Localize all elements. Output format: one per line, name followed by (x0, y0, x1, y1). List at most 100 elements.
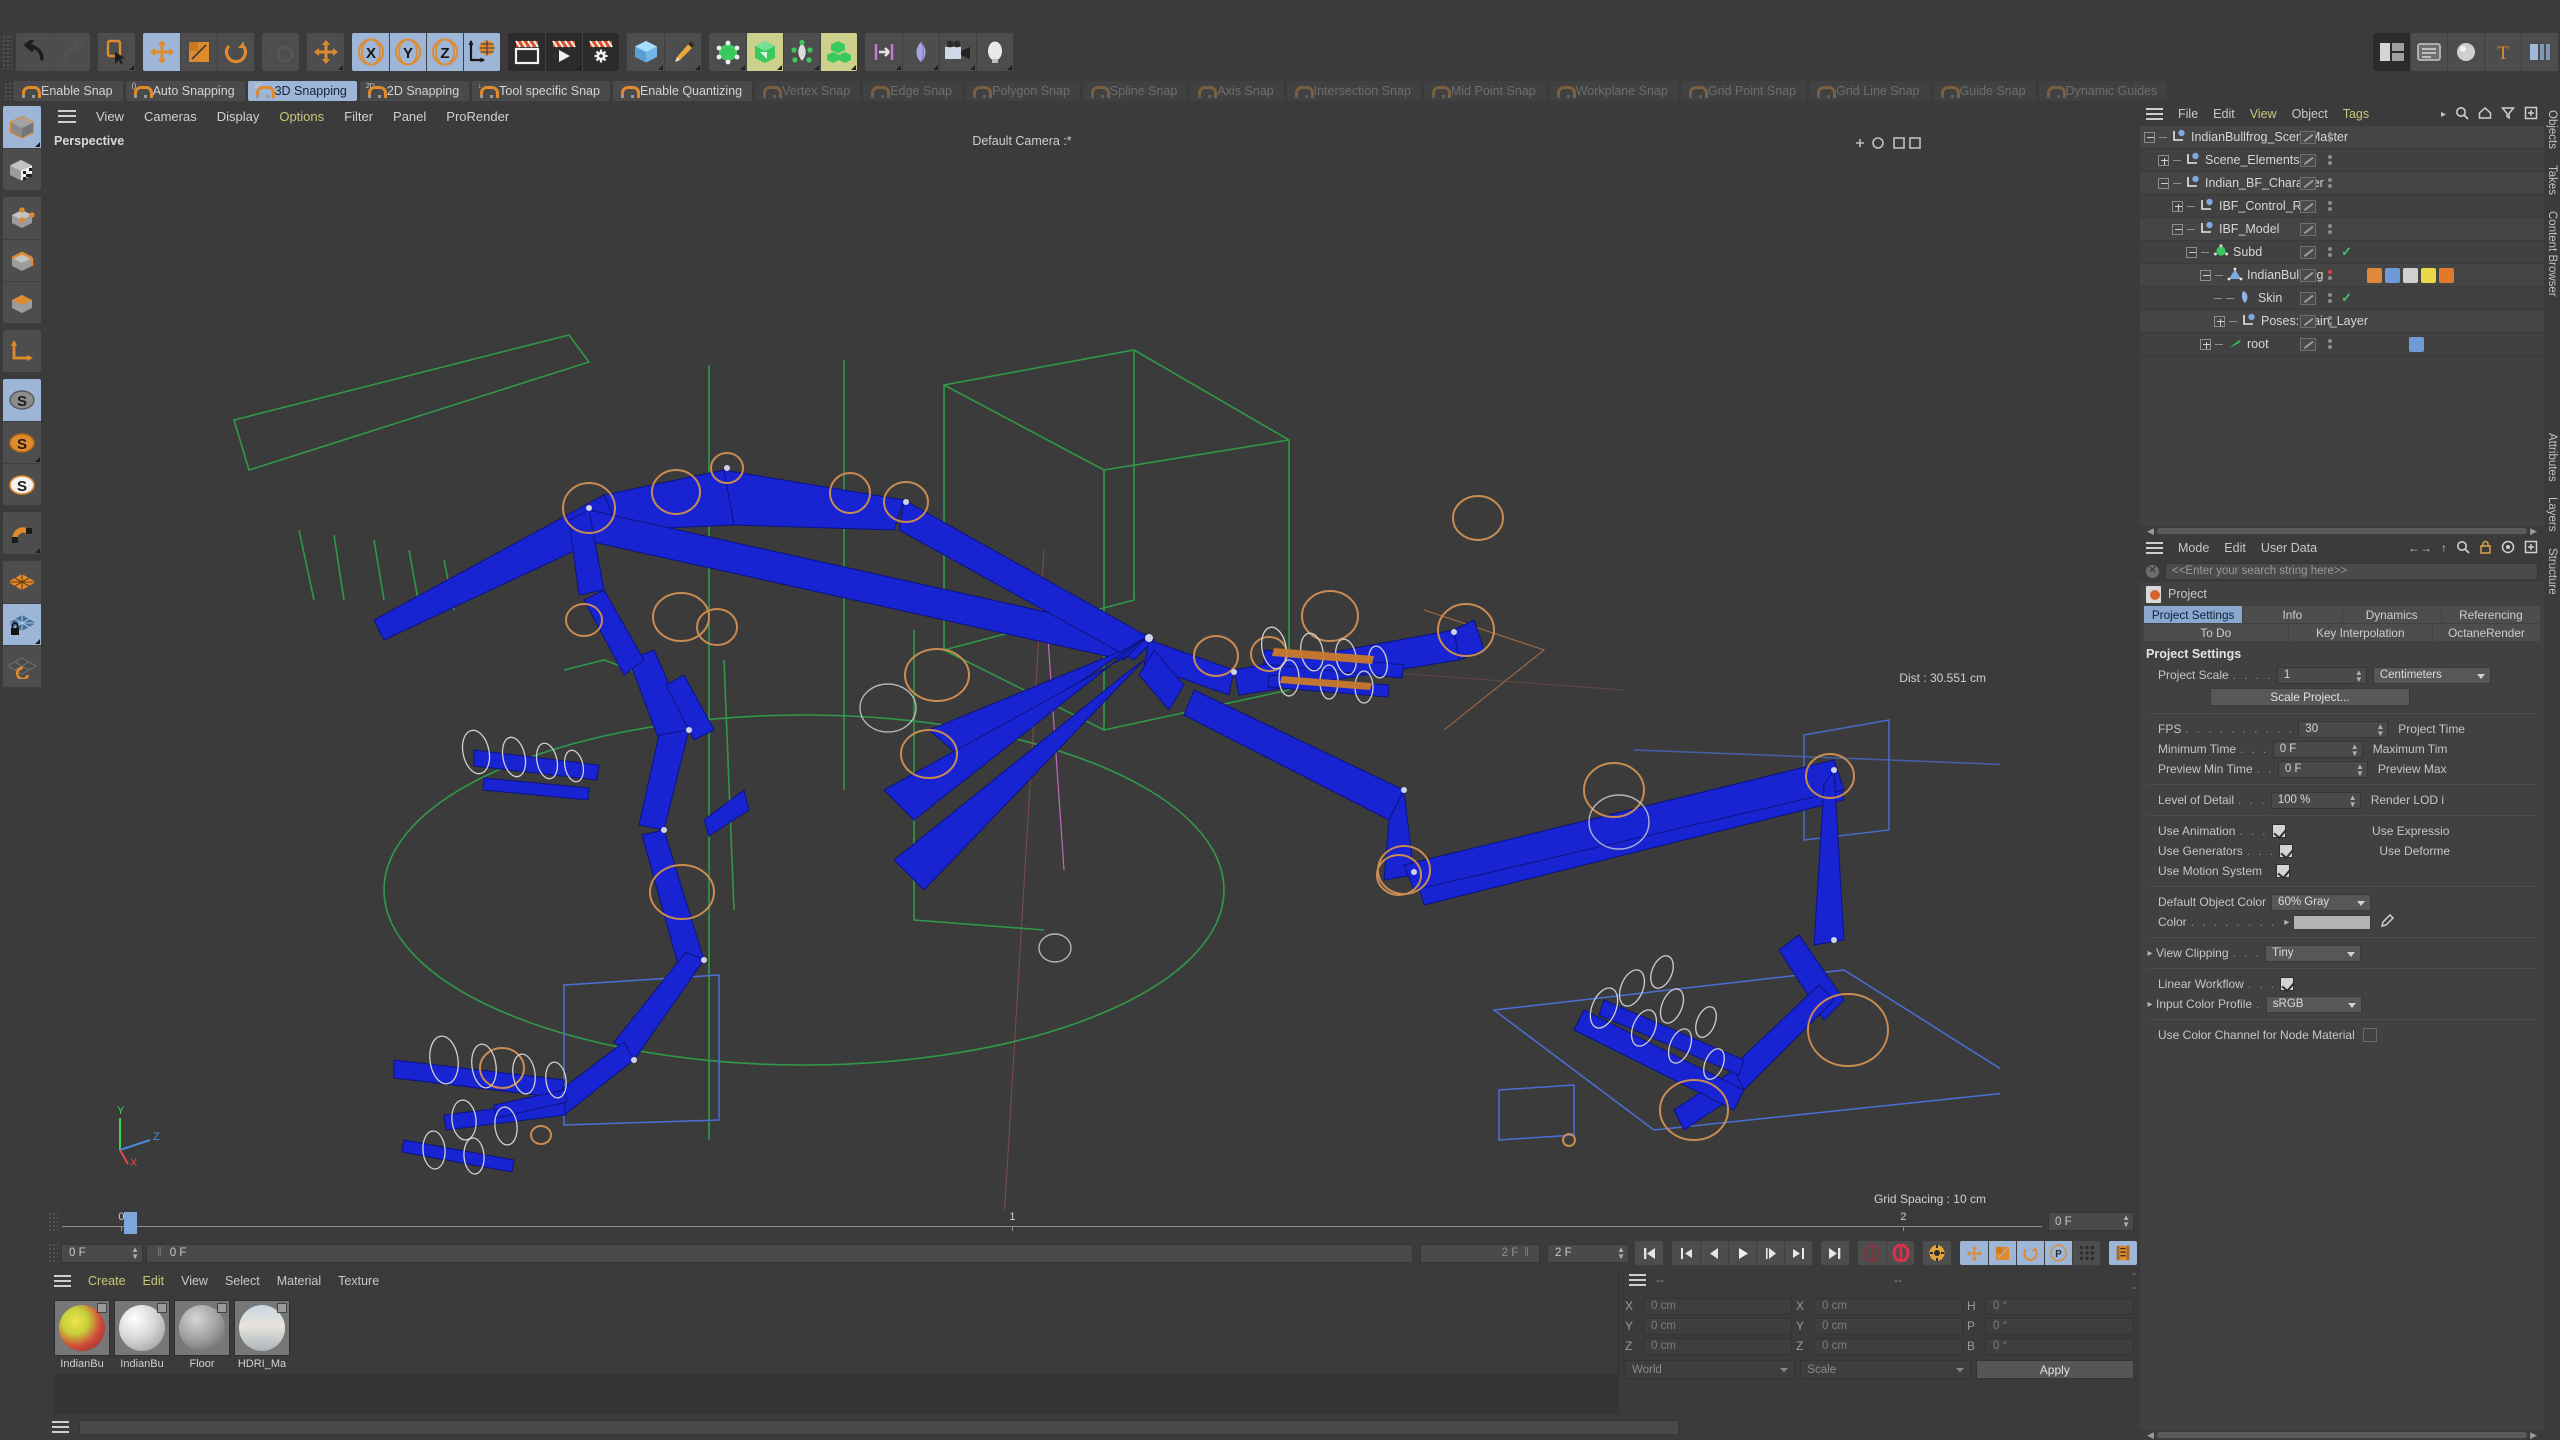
object-enable-checkbox[interactable] (2300, 337, 2316, 351)
viewport-menu-display[interactable]: Display (217, 109, 260, 124)
pen-spline-button[interactable] (664, 33, 701, 71)
snap-item-edge-snap[interactable]: Edge Snap (863, 81, 963, 101)
more-tools-button[interactable] (2521, 33, 2558, 71)
axis-y-button[interactable]: Y (389, 33, 426, 71)
object-row-ibf-control-rig[interactable]: IBF_Control_Rig (2140, 195, 2544, 218)
move-tool-button[interactable] (143, 33, 180, 71)
autokey-button[interactable] (1858, 1241, 1886, 1265)
timeline-end-field[interactable]: 0 F ▲ ▼ (2048, 1212, 2134, 1231)
object-manager-menu-view[interactable]: View (2250, 107, 2277, 121)
material-empty-area[interactable] (54, 1374, 1618, 1414)
viewport-menu-filter[interactable]: Filter (344, 109, 373, 124)
attributes-tab-project-settings[interactable]: Project Settings (2144, 606, 2243, 623)
attributes-tab-referencing[interactable]: Referencing (2441, 606, 2540, 623)
key-param-button[interactable]: P (2044, 1241, 2072, 1265)
attributes-hscrollbar[interactable]: ◀ ▶ (2140, 1430, 2544, 1440)
workplane-button[interactable] (3, 561, 41, 603)
go-to-end-button[interactable] (1821, 1241, 1849, 1265)
record-button[interactable] (1886, 1241, 1914, 1265)
timeline-film-button[interactable] (2109, 1241, 2137, 1265)
attributes-tab-to-do[interactable]: To Do (2144, 624, 2288, 641)
material-select-checkbox[interactable] (97, 1303, 107, 1313)
use-animation-checkbox[interactable] (2272, 824, 2287, 838)
material-thumbnail[interactable] (174, 1300, 230, 1356)
layout-switch-button[interactable] (2373, 33, 2410, 71)
search-icon[interactable] (2455, 106, 2469, 123)
light-button[interactable] (976, 33, 1013, 71)
point-cache-tag[interactable] (2367, 267, 2382, 283)
mograph-button[interactable] (820, 33, 857, 71)
vertical-tab-takes[interactable]: Takes (2546, 157, 2558, 203)
visibility-dots[interactable] (2328, 155, 2332, 165)
fps-spinner[interactable]: ▲ ▼ (2376, 722, 2384, 737)
range-end-spinner[interactable]: ▲ ▼ (1617, 1245, 1625, 1260)
collapse-icon[interactable] (2172, 223, 2183, 235)
object-row-indianbullfrog-scenemaster[interactable]: IndianBullfrog_SceneMaster (2140, 126, 2544, 149)
coord-rot-h-field[interactable]: 0 ° (1985, 1297, 2134, 1315)
frame-range-field[interactable]: ‖ 0 F (146, 1243, 1413, 1263)
visibility-dots[interactable] (2328, 224, 2332, 234)
coordinate-system-dropdown[interactable]: World (1625, 1360, 1796, 1379)
key-rotation-button[interactable] (2016, 1241, 2044, 1265)
text-tool-button[interactable]: T (2484, 33, 2521, 71)
visibility-dots[interactable] (2328, 339, 2332, 349)
timeline-end-spinner[interactable]: ▲ ▼ (2122, 1214, 2130, 1229)
timeline-playhead[interactable] (124, 1212, 137, 1234)
material-select-checkbox[interactable] (157, 1303, 167, 1313)
material-menu-material[interactable]: Material (277, 1274, 321, 1288)
material-menu-icon[interactable] (54, 1275, 71, 1287)
input-color-profile-dropdown[interactable]: sRGB (2265, 995, 2362, 1013)
visibility-dots[interactable] (2328, 270, 2332, 280)
object-manager-menu-icon[interactable] (2146, 108, 2163, 120)
snap-item-polygon-snap[interactable]: Polygon Snap (965, 81, 1080, 101)
play-button[interactable] (1728, 1241, 1756, 1265)
collapse-icon[interactable] (2158, 177, 2169, 189)
attr-scroll-left-arrow[interactable]: ◀ (2144, 1430, 2157, 1440)
world-move-button[interactable] (307, 33, 344, 71)
material-cell[interactable]: HDRI_Ma (234, 1300, 290, 1370)
snapbar-grip[interactable] (4, 82, 14, 100)
points-mode-button[interactable] (3, 197, 41, 239)
axis-z-button[interactable]: Z (426, 33, 463, 71)
snap-item-enable-quantizing[interactable]: Enable Quantizing (612, 81, 753, 101)
generators-button[interactable] (709, 33, 746, 71)
material-thumbnail[interactable] (234, 1300, 290, 1356)
visibility-dots[interactable] (2328, 316, 2332, 326)
array-button[interactable] (746, 33, 783, 71)
object-manager-hscrollbar[interactable]: ◀ ▶ (2140, 526, 2544, 536)
color-expand-arrow[interactable]: ▸ (2281, 917, 2293, 928)
linear-workflow-checkbox[interactable] (2280, 977, 2295, 991)
step-back-button[interactable] (1700, 1241, 1728, 1265)
project-scale-unit-dropdown[interactable]: Centimeters (2372, 666, 2491, 684)
vertical-tab-content-browser[interactable]: Content Browser (2546, 203, 2558, 305)
lock-icon[interactable] (2479, 540, 2492, 557)
node-material-checkbox[interactable] (2362, 1028, 2377, 1042)
coord-rot-b-field[interactable]: 0 ° (1985, 1337, 2134, 1355)
attributes-menu-mode[interactable]: Mode (2178, 541, 2209, 555)
collapse-icon[interactable] (2186, 246, 2197, 258)
minimum-time-spinner[interactable]: ▲ ▼ (2351, 742, 2359, 757)
preview-min-spinner[interactable]: ▲ ▼ (2356, 762, 2364, 777)
material-menu-view[interactable]: View (181, 1274, 208, 1288)
psr-lock-button[interactable]: P S R (262, 33, 299, 71)
material-cell[interactable]: IndianBu (54, 1300, 110, 1370)
redo-button[interactable] (53, 33, 90, 71)
object-enable-checkbox[interactable] (2300, 176, 2316, 190)
eyedropper-icon[interactable] (2379, 913, 2395, 932)
enable-axis-button[interactable]: S (3, 379, 41, 421)
visibility-dots[interactable] (2328, 293, 2332, 303)
expand-icon[interactable] (2172, 200, 2183, 212)
viewport-menu-cameras[interactable]: Cameras (144, 109, 197, 124)
viewport-menu-icon[interactable] (58, 109, 76, 123)
object-enable-checkbox[interactable] (2300, 199, 2316, 213)
coord-size-z-field[interactable]: 0 cm (1814, 1337, 1963, 1355)
object-manager-menu-tags[interactable]: Tags (2343, 107, 2369, 121)
transport-grip[interactable] (48, 1243, 58, 1263)
object-enable-checkbox[interactable] (2300, 268, 2316, 282)
material-menu-create[interactable]: Create (88, 1274, 126, 1288)
add-icon[interactable] (2524, 106, 2538, 123)
object-manager-menu-edit[interactable]: Edit (2213, 107, 2235, 121)
vertical-tab-layers[interactable]: Layers (2546, 489, 2558, 540)
undo-button[interactable] (16, 33, 53, 71)
search-icon[interactable] (2456, 540, 2470, 557)
